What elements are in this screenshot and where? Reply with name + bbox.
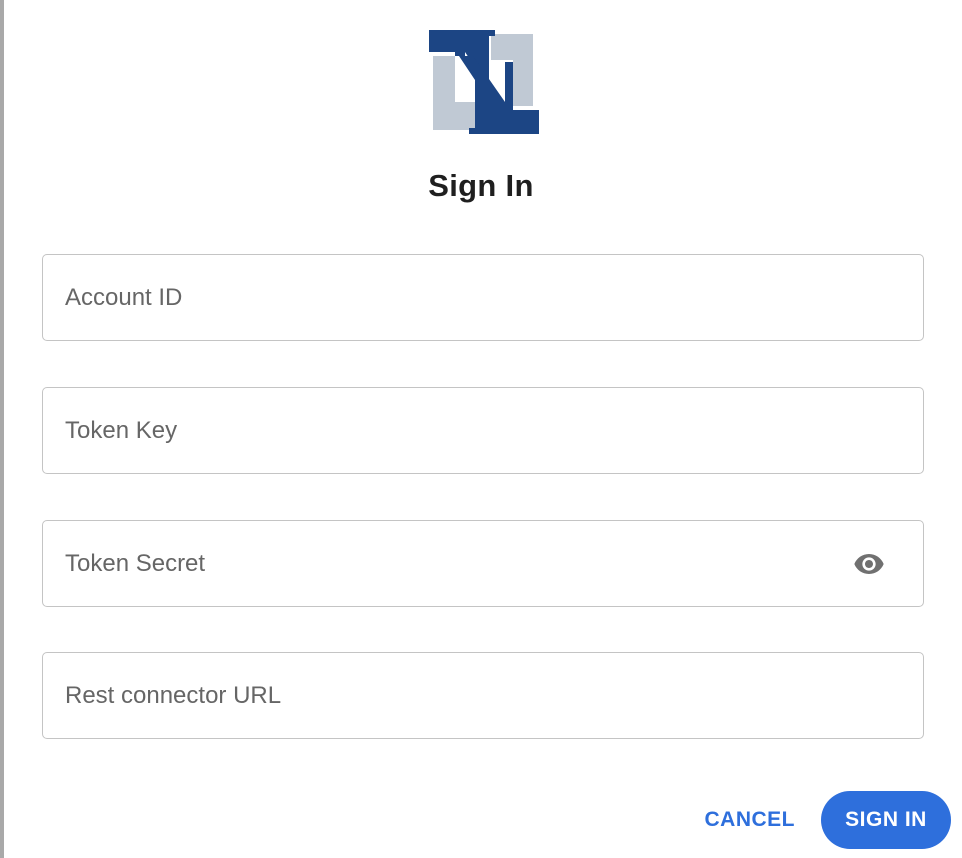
token-secret-input[interactable] — [65, 521, 845, 606]
account-id-input[interactable] — [65, 255, 845, 340]
rest-connector-url-input[interactable] — [65, 653, 845, 738]
token-secret-field[interactable] — [42, 520, 924, 607]
logo-light-right — [513, 34, 533, 106]
sign-in-screen: Sign In CANCEL SIGN IN — [0, 0, 962, 858]
token-key-input[interactable] — [65, 388, 845, 473]
token-key-field[interactable] — [42, 387, 924, 474]
account-id-field[interactable] — [42, 254, 924, 341]
logo-light-cap — [491, 34, 513, 60]
logo-light-left — [433, 56, 455, 130]
netsuite-logo — [429, 30, 539, 134]
dialog-title: Sign In — [428, 168, 534, 203]
eye-icon[interactable] — [851, 548, 887, 580]
dialog-actions: CANCEL SIGN IN — [691, 791, 951, 849]
rest-connector-url-field[interactable] — [42, 652, 924, 739]
logo-light-foot — [455, 102, 475, 130]
cancel-button[interactable]: CANCEL — [691, 791, 810, 849]
sign-in-button[interactable]: SIGN IN — [821, 791, 951, 849]
